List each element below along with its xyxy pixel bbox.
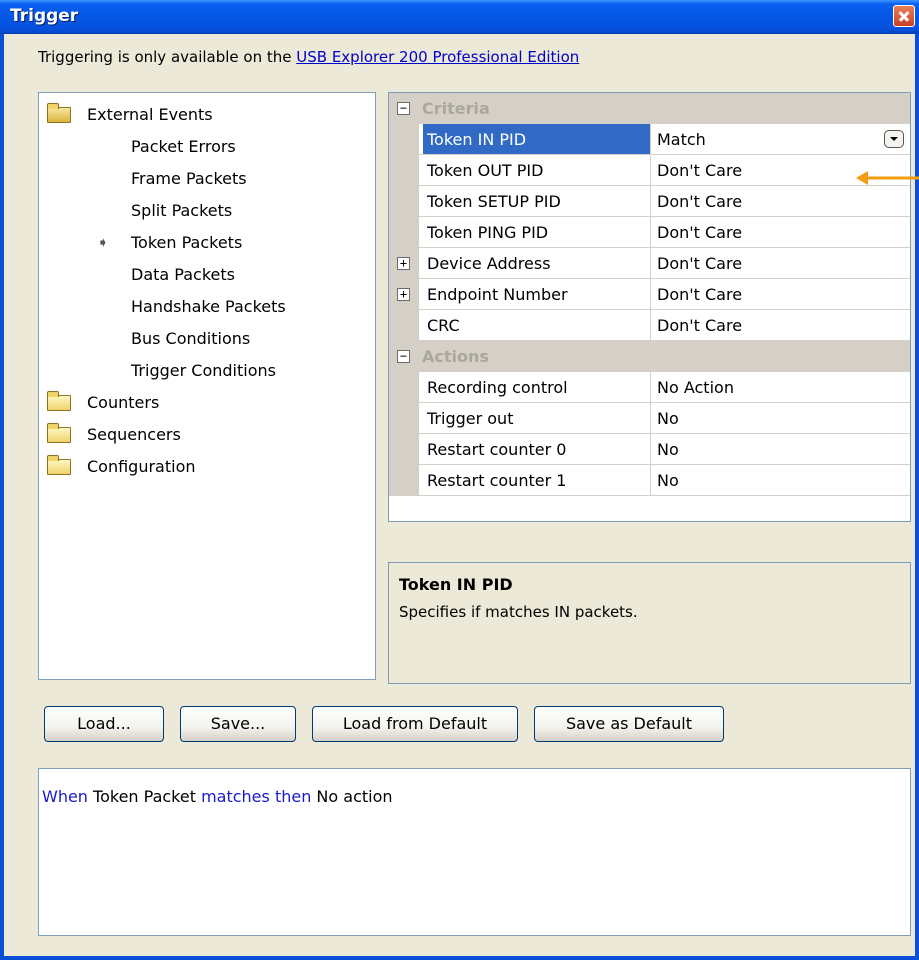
folder-icon (47, 391, 71, 411)
summary-keyword-matches: matches then (201, 787, 312, 806)
property-value[interactable]: Don't Care (651, 310, 910, 340)
property-name: Token IN PID (423, 124, 651, 154)
row-gutter (389, 310, 419, 340)
description-title: Token IN PID (399, 575, 513, 594)
close-icon[interactable] (893, 5, 915, 27)
property-value[interactable]: Don't Care (651, 217, 910, 247)
property-name: Token PING PID (423, 217, 651, 247)
event-tree[interactable]: External Events Packet Errors Frame Pack… (38, 92, 376, 680)
property-value[interactable]: Don't Care (651, 279, 910, 309)
tree-item-label: Frame Packets (131, 169, 247, 188)
property-row-token-ping-pid[interactable]: Token PING PID Don't Care (389, 217, 910, 248)
property-name: Recording control (423, 372, 651, 402)
save-as-default-button[interactable]: Save as Default (534, 706, 724, 742)
property-row-endpoint-number[interactable]: + Endpoint Number Don't Care (389, 279, 910, 310)
tree-item-label: Token Packets (131, 233, 243, 252)
row-gutter (389, 124, 419, 154)
property-row-device-address[interactable]: + Device Address Don't Care (389, 248, 910, 279)
property-row-crc[interactable]: CRC Don't Care (389, 310, 910, 341)
tree-item-label: Bus Conditions (131, 329, 251, 348)
tree-item-label: Sequencers (87, 425, 181, 444)
property-name: Trigger out (423, 403, 651, 433)
tree-item-data-packets[interactable]: Data Packets (131, 259, 235, 291)
property-name: Token SETUP PID (423, 186, 651, 216)
property-value[interactable]: Don't Care (651, 248, 910, 278)
category-criteria[interactable]: − Criteria (389, 93, 910, 124)
summary-action: No action (311, 787, 393, 806)
description-text: Specifies if matches IN packets. (399, 603, 638, 621)
folder-icon (47, 455, 71, 475)
category-label: Criteria (422, 99, 490, 118)
folder-open-icon (47, 103, 71, 123)
property-value[interactable]: No Action (651, 372, 910, 402)
tree-item-label: Packet Errors (131, 137, 236, 156)
property-name: Endpoint Number (423, 279, 651, 309)
trigger-summary-textbox[interactable]: When Token Packet matches then No action (38, 768, 911, 936)
category-label: Actions (422, 347, 489, 366)
property-row-restart-counter-1[interactable]: Restart counter 1 No (389, 465, 910, 496)
tree-item-label: Trigger Conditions (131, 361, 276, 380)
trigger-window: Trigger Triggering is only available on … (0, 0, 919, 960)
tree-item-frame-packets[interactable]: Frame Packets (131, 163, 247, 195)
property-name: Restart counter 1 (423, 465, 651, 495)
tree-item-trigger-conditions[interactable]: Trigger Conditions (131, 355, 276, 387)
property-row-trigger-out[interactable]: Trigger out No (389, 403, 910, 434)
expand-icon[interactable]: + (397, 257, 410, 270)
tree-item-bus-conditions[interactable]: Bus Conditions (131, 323, 250, 355)
tree-item-handshake-packets[interactable]: Handshake Packets (131, 291, 286, 323)
property-row-token-setup-pid[interactable]: Token SETUP PID Don't Care (389, 186, 910, 217)
property-value[interactable]: Don't Care (651, 186, 910, 216)
property-name: Token OUT PID (423, 155, 651, 185)
category-actions[interactable]: − Actions (389, 341, 910, 372)
property-name: CRC (423, 310, 651, 340)
row-gutter (389, 403, 419, 433)
property-value[interactable]: No (651, 465, 910, 495)
expand-icon[interactable]: + (397, 288, 410, 301)
load-button[interactable]: Load... (44, 706, 164, 742)
property-value[interactable]: No (651, 403, 910, 433)
property-row-token-in-pid[interactable]: Token IN PID Match (389, 124, 910, 155)
property-value: Match (657, 130, 706, 149)
collapse-icon[interactable]: − (397, 102, 410, 115)
tree-item-label: Counters (87, 393, 160, 412)
save-button[interactable]: Save... (180, 706, 296, 742)
tree-item-packet-errors[interactable]: Packet Errors (131, 131, 236, 163)
row-gutter (389, 155, 419, 185)
professional-edition-link[interactable]: USB Explorer 200 Professional Edition (296, 48, 579, 66)
dropdown-arrow-icon[interactable] (884, 130, 904, 148)
tree-item-label: Split Packets (131, 201, 233, 220)
row-gutter (389, 434, 419, 464)
property-row-recording-control[interactable]: Recording control No Action (389, 372, 910, 403)
tree-item-label: Handshake Packets (131, 297, 286, 316)
property-grid[interactable]: − Criteria Token IN PID Match Token OUT … (388, 92, 911, 522)
property-value-dropdown[interactable]: Match (651, 124, 910, 154)
pointer-arrow-icon (856, 171, 919, 185)
collapse-icon[interactable]: − (397, 350, 410, 363)
property-row-restart-counter-0[interactable]: Restart counter 0 No (389, 434, 910, 465)
property-row-token-out-pid[interactable]: Token OUT PID Don't Care (389, 155, 910, 186)
tree-item-label: Configuration (87, 457, 196, 476)
row-gutter (389, 217, 419, 247)
title-bar[interactable]: Trigger (0, 0, 919, 34)
row-gutter (389, 465, 419, 495)
tree-item-split-packets[interactable]: Split Packets (131, 195, 232, 227)
property-name: Device Address (423, 248, 651, 278)
availability-notice: Triggering is only available on the USB … (38, 48, 579, 66)
property-description-panel: Token IN PID Specifies if matches IN pac… (388, 562, 911, 684)
row-gutter (389, 186, 419, 216)
property-name: Restart counter 0 (423, 434, 651, 464)
availability-text: Triggering is only available on the (38, 48, 297, 66)
folder-icon (47, 423, 71, 443)
load-from-default-button[interactable]: Load from Default (312, 706, 518, 742)
tree-item-label: Data Packets (131, 265, 235, 284)
tree-item-label: External Events (87, 105, 213, 124)
summary-keyword-when: When (42, 787, 88, 806)
selected-arrow-icon: ➧ (97, 235, 109, 251)
window-title: Trigger (10, 6, 79, 26)
property-value[interactable]: No (651, 434, 910, 464)
row-gutter (389, 372, 419, 402)
summary-subject: Token Packet (87, 787, 202, 806)
